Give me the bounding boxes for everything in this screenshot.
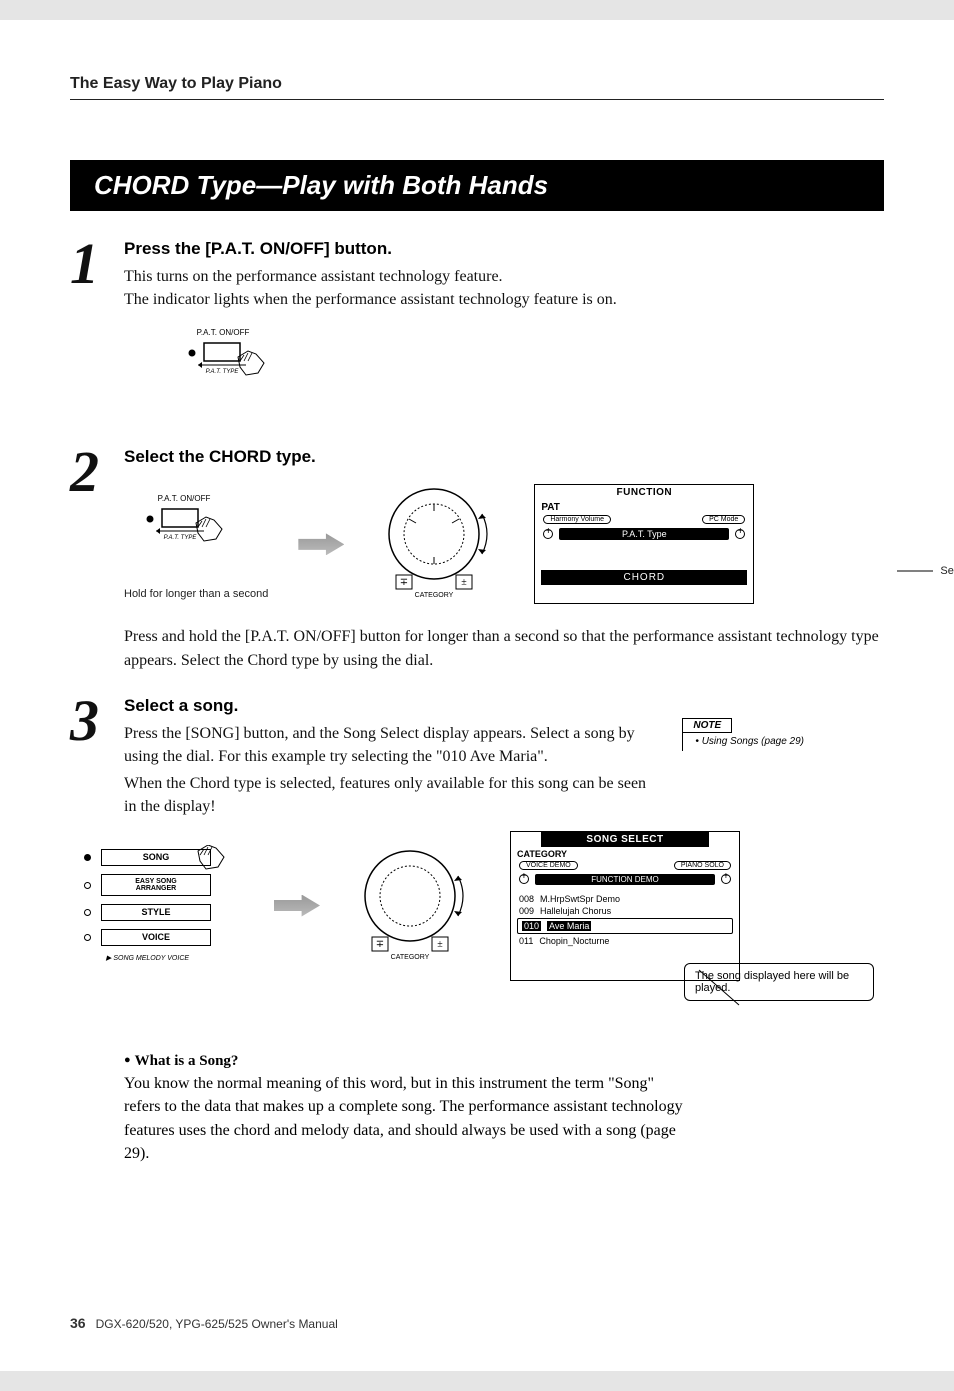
lcd-pcmode: PC Mode bbox=[702, 515, 745, 524]
step-1-figure: P.A.T. ON/OFF P.A.T. TYPE bbox=[178, 325, 884, 405]
step-2-title: Select the CHORD type. bbox=[124, 447, 884, 467]
function-lcd: FUNCTION PAT Harmony Volume PC Mode P.A.… bbox=[534, 484, 754, 604]
song-callout: The song displayed here will be played. bbox=[684, 963, 874, 1001]
svg-text:CATEGORY: CATEGORY bbox=[415, 592, 454, 599]
page: The Easy Way to Play Piano CHORD Type—Pl… bbox=[0, 20, 954, 1371]
lcd-piano-solo: PIANO SOLO bbox=[674, 861, 731, 870]
doc-title: DGX-620/520, YPG-625/525 Owner's Manual bbox=[96, 1317, 338, 1331]
svg-text:P.A.T. TYPE: P.A.T. TYPE bbox=[164, 535, 198, 541]
page-number: 36 bbox=[70, 1315, 86, 1331]
lcd-song-select-title: SONG SELECT bbox=[541, 832, 709, 847]
svg-text:P.A.T. TYPE: P.A.T. TYPE bbox=[206, 369, 240, 375]
svg-text:CATEGORY: CATEGORY bbox=[391, 954, 430, 961]
lcd-category-label: CATEGORY bbox=[511, 847, 739, 859]
svg-text:P.A.T. ON/OFF: P.A.T. ON/OFF bbox=[158, 494, 211, 503]
lcd-left-circle-icon bbox=[543, 529, 553, 539]
lcd-chord-value: CHORD bbox=[541, 570, 747, 585]
lcd-pat-type: P.A.T. Type bbox=[559, 528, 729, 540]
note-heading: NOTE bbox=[682, 718, 732, 733]
step-3-body-1: Press the [SONG] button, and the Song Se… bbox=[124, 722, 654, 768]
lcd-function-demo: FUNCTION DEMO bbox=[535, 874, 715, 885]
what-is-song-heading: ●What is a Song? bbox=[124, 1051, 684, 1073]
dial-figure-2: ∓ ± CATEGORY bbox=[350, 841, 480, 971]
svg-text:∓: ∓ bbox=[400, 577, 408, 588]
section-heading: The Easy Way to Play Piano bbox=[70, 75, 884, 100]
banner-title: CHORD Type—Play with Both Hands bbox=[70, 160, 884, 211]
step-2-body: Press and hold the [P.A.T. ON/OFF] butto… bbox=[124, 625, 884, 671]
song-item: 008M.HrpSwtSpr Demo bbox=[511, 893, 739, 905]
lcd-right-circle-icon bbox=[735, 529, 745, 539]
select-chord-caption: Select Chord bbox=[897, 565, 954, 577]
lcd-left-circle-icon bbox=[519, 874, 529, 884]
pat-button-diagram: P.A.T. ON/OFF P.A.T. TYPE bbox=[178, 325, 298, 405]
lcd-right-circle-icon bbox=[721, 874, 731, 884]
led-icon bbox=[84, 854, 91, 861]
lcd-harmony: Harmony Volume bbox=[543, 515, 611, 524]
led-icon bbox=[84, 934, 91, 941]
svg-text:±: ± bbox=[437, 939, 443, 950]
step-2-figures: P.A.T. ON/OFF P.A.T. TYPE Hold for longe… bbox=[124, 479, 884, 609]
step-1: 1 Press the [P.A.T. ON/OFF] button. This… bbox=[70, 239, 884, 423]
step-1-body: This turns on the performance assistant … bbox=[124, 265, 884, 311]
note-body: • Using Songs (page 29) bbox=[682, 732, 804, 751]
song-item: 011Chopin_Nocturne bbox=[511, 935, 739, 947]
svg-text:±: ± bbox=[462, 577, 468, 588]
song-item: 009Hallelujah Chorus bbox=[511, 905, 739, 917]
step-3-body-2: When the Chord type is selected, feature… bbox=[124, 772, 654, 818]
song-melody-voice-label: ▶ SONG MELODY VOICE bbox=[106, 954, 244, 962]
step-3: 3 Select a song. Press the [SONG] button… bbox=[70, 696, 884, 1001]
pat-hold-figure: P.A.T. ON/OFF P.A.T. TYPE Hold for longe… bbox=[124, 489, 268, 600]
lcd-voice-demo: VOICE DEMO bbox=[519, 861, 578, 870]
arrow-icon bbox=[298, 533, 344, 555]
song-select-lcd: SONG SELECT CATEGORY VOICE DEMO PIANO SO… bbox=[510, 831, 740, 981]
led-icon bbox=[84, 882, 91, 889]
what-is-song-body: You know the normal meaning of this word… bbox=[124, 1072, 684, 1165]
lcd-pat-label: PAT bbox=[535, 500, 753, 513]
note-box: NOTE • Using Songs (page 29) bbox=[682, 718, 804, 751]
svg-text:∓: ∓ bbox=[376, 939, 384, 950]
step-3-figures: SONG EASY SONG ARRANGER STYLE VOICE ▶ SO… bbox=[84, 831, 884, 981]
led-icon bbox=[84, 909, 91, 916]
step-2: 2 Select the CHORD type. P.A.T. ON/OFF P… bbox=[70, 447, 884, 671]
hold-caption: Hold for longer than a second bbox=[124, 588, 268, 600]
what-is-song-block: ●What is a Song? You know the normal mea… bbox=[124, 1051, 684, 1166]
button-stack-figure: SONG EASY SONG ARRANGER STYLE VOICE ▶ SO… bbox=[84, 849, 244, 962]
step-number-1: 1 bbox=[70, 239, 110, 423]
page-footer: 36 DGX-620/520, YPG-625/525 Owner's Manu… bbox=[70, 1315, 338, 1331]
step-1-title: Press the [P.A.T. ON/OFF] button. bbox=[124, 239, 884, 259]
step-3-title: Select a song. bbox=[124, 696, 884, 716]
easy-song-button: EASY SONG ARRANGER bbox=[101, 874, 211, 896]
dial-figure: ∓ ± CATEGORY bbox=[374, 479, 504, 609]
svg-text:P.A.T. ON/OFF: P.A.T. ON/OFF bbox=[197, 328, 250, 337]
step-number-2: 2 bbox=[70, 447, 110, 671]
voice-button: VOICE bbox=[101, 929, 211, 946]
lcd-function-title: FUNCTION bbox=[535, 485, 753, 500]
arrow-icon bbox=[274, 895, 320, 917]
style-button: STYLE bbox=[101, 904, 211, 921]
song-item-selected: 010Ave Maria bbox=[517, 918, 733, 934]
hand-pointer-icon bbox=[194, 845, 234, 875]
